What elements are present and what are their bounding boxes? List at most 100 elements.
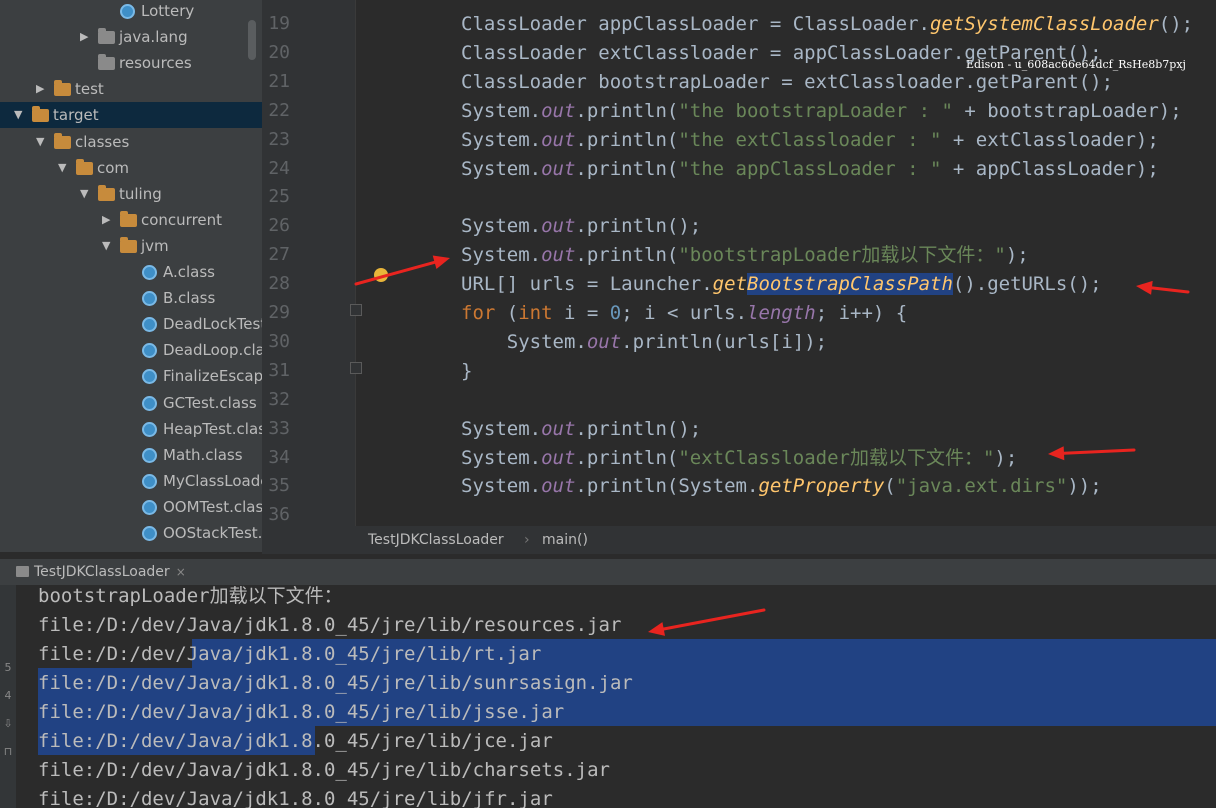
console-tool-icon[interactable]: 4 [2,689,14,702]
console-output-line: file:/D:/dev/Java/jdk1.8.0_45/jre/lib/re… [38,614,622,636]
folder-icon [54,132,71,149]
line-number: 24 [268,157,290,179]
tree-item-target[interactable]: ▼ target [0,102,262,129]
tree-item-concurrent[interactable]: ▶ concurrent [0,207,262,233]
tree-item-oostacktest-cl[interactable]: OOStackTest.cl [0,520,262,546]
class-icon [142,447,157,463]
code-line[interactable]: } [461,357,472,385]
tree-item-label: OOMTest.class [163,497,262,516]
line-number: 23 [268,128,290,150]
console-output-line: file:/D:/dev/Java/jdk1.8.0_45/jre/lib/jf… [38,788,553,808]
collapse-arrow-icon[interactable]: ▶ [102,207,114,233]
tree-item-deadlocktest-c[interactable]: DeadLockTest.c [0,311,262,337]
tree-item-a-class[interactable]: A.class [0,259,262,285]
line-number: 28 [268,273,290,295]
console-output-line: file:/D:/dev/Java/jdk1.8.0_45/jre/lib/jc… [38,730,553,752]
line-number: 34 [268,446,290,468]
line-number: 30 [268,330,290,352]
tree-item-label: OOStackTest.cl [163,524,262,542]
tree-item-label: A.class [163,263,216,281]
code-line[interactable]: System.out.println("the appClassLoader :… [461,155,1159,183]
class-icon [142,473,157,489]
class-icon [142,369,157,385]
tree-item-java-lang[interactable]: ▶ java.lang [0,24,262,50]
close-icon[interactable]: × [176,565,186,579]
code-line[interactable]: System.out.println("the extClassloader :… [461,126,1159,154]
folder-icon [54,80,71,97]
tree-item-label: jvm [141,236,169,255]
expand-arrow-icon[interactable]: ▼ [58,155,70,181]
tree-item-gctest-class[interactable]: GCTest.class [0,390,262,416]
class-icon [120,4,135,19]
code-line[interactable]: ClassLoader bootstrapLoader = extClasslo… [461,68,1113,96]
code-line[interactable]: URL[] urls = Launcher.getBootstrapClassP… [461,270,1102,298]
line-number: 19 [268,13,290,34]
console-tool-icon[interactable]: ⇩ [2,717,14,730]
tree-item-finalizeescapeg[interactable]: FinalizeEscapeG [0,363,262,389]
class-icon [142,317,157,333]
fold-close-icon[interactable] [350,362,362,374]
expand-arrow-icon[interactable]: ▼ [102,233,114,259]
tree-item-jvm[interactable]: ▼ jvm [0,233,262,259]
tree-item-label: java.lang [119,28,188,47]
code-line[interactable]: System.out.println(); [461,212,701,240]
tree-item-test[interactable]: ▶ test [0,76,262,102]
line-number: 21 [268,70,290,92]
tree-item-deadloop-class[interactable]: DeadLoop.class [0,337,262,363]
breadcrumb: TestJDKClassLoader › main() [262,526,1216,554]
code-line[interactable]: System.out.println(); [461,415,701,443]
tree-item-tuling[interactable]: ▼ tuling [0,181,262,207]
class-icon [142,265,157,280]
run-tab[interactable]: TestJDKClassLoader × [6,559,192,585]
code-line[interactable]: System.out.println("extClassloader加载以下文件… [461,444,1017,472]
tree-item-label: FinalizeEscapeG [163,367,262,386]
line-number: 35 [268,475,290,497]
tree-item-label: test [75,80,104,99]
code-line[interactable]: System.out.println(System.getProperty("j… [461,472,1102,500]
tree-item-label: GCTest.class [163,393,257,412]
tree-item-b-class[interactable]: B.class [0,285,262,311]
line-number: 25 [268,186,290,208]
code-line[interactable]: System.out.println("the bootstrapLoader … [461,97,1182,125]
tree-item-heaptest-class[interactable]: HeapTest.class [0,416,262,442]
class-icon [142,395,157,411]
intention-bulb-icon[interactable] [374,268,388,282]
code-line[interactable]: ClassLoader extClassloader = appClassLoa… [461,39,1102,67]
tree-item-label: tuling [119,184,162,203]
code-line[interactable]: ClassLoader appClassLoader = ClassLoader… [461,10,1193,38]
tree-item-oomtest-class[interactable]: OOMTest.class [0,494,262,520]
code-line[interactable]: for (int i = 0; i < urls.length; i++) { [461,299,907,327]
tree-item-label: resources [119,54,192,73]
code-editor[interactable]: Edison - u_608ac66e64dcf_RsHe8b7pxj 19 Cl… [262,0,1216,526]
tree-item-classes[interactable]: ▼ classes [0,129,262,155]
gutter-separator [355,0,356,526]
class-icon [142,291,157,307]
breadcrumb-separator: › [524,532,530,548]
tree-item-myclassloader[interactable]: MyClassLoader [0,468,262,494]
expand-arrow-icon[interactable]: ▼ [14,102,26,128]
run-console[interactable]: 5 4 ⇩ ⊓ bootstrapLoader加载以下文件： file:/D:/dev/… [0,585,1216,808]
line-number: 26 [268,215,290,237]
tree-item-math-class[interactable]: Math.class [0,442,262,468]
tree-item-com[interactable]: ▼ com [0,155,262,181]
tree-item-label: concurrent [141,210,223,229]
collapse-arrow-icon[interactable]: ▶ [36,76,48,102]
tree-item-lottery[interactable]: Lottery [0,0,262,24]
console-tool-icon[interactable]: ⊓ [2,745,14,758]
expand-arrow-icon[interactable]: ▼ [36,129,48,155]
run-tab-label: TestJDKClassLoader [34,564,170,580]
console-tool-icon[interactable]: 5 [2,661,14,674]
fold-open-icon[interactable] [350,304,362,316]
code-line[interactable]: System.out.println(urls[i]); [461,328,827,356]
code-line[interactable]: System.out.println("bootstrapLoader加载以下文… [461,241,1029,269]
line-number: 20 [268,41,290,63]
collapse-arrow-icon[interactable]: ▶ [80,24,92,50]
expand-arrow-icon[interactable]: ▼ [80,181,92,207]
run-config-icon [16,566,29,577]
breadcrumb-class[interactable]: TestJDKClassLoader [368,526,504,554]
tree-item-resources[interactable]: resources [0,50,262,76]
resources-folder-icon [98,54,115,71]
folder-icon [120,236,137,253]
line-number: 29 [268,302,290,323]
breadcrumb-method[interactable]: main() [542,526,588,554]
